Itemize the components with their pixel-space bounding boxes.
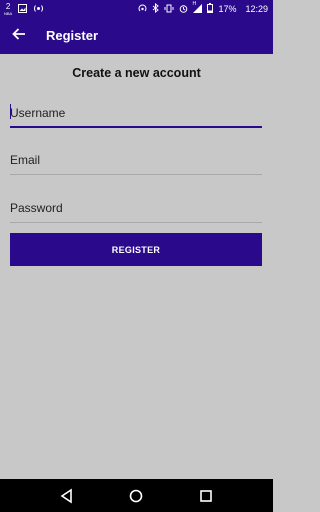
image-icon	[18, 3, 28, 15]
badge-label: NBA	[4, 10, 13, 16]
password-field[interactable]: Password	[10, 197, 262, 223]
email-underline	[10, 174, 262, 175]
nav-home-button[interactable]	[127, 487, 145, 505]
username-field[interactable]: Username	[10, 102, 262, 128]
arrow-left-icon	[12, 27, 26, 46]
password-underline	[10, 222, 262, 223]
status-time: 12:29	[245, 4, 268, 14]
password-placeholder: Password	[10, 201, 63, 215]
nav-recents-button[interactable]	[197, 487, 215, 505]
status-bar: 2 NBA H 17% 12:29	[0, 0, 273, 18]
home-circle-icon	[127, 489, 145, 509]
email-field[interactable]: Email	[10, 149, 262, 175]
status-bar-left: 2 NBA	[4, 0, 44, 18]
back-button[interactable]	[8, 25, 30, 47]
battery-percent: 17%	[218, 4, 237, 14]
navigation-bar	[0, 479, 273, 512]
back-triangle-icon	[58, 488, 76, 509]
wireless-icon	[33, 4, 44, 15]
badge-number: 2	[5, 1, 11, 11]
form-heading: Create a new account	[72, 66, 201, 80]
email-placeholder: Email	[10, 153, 41, 167]
username-underline	[10, 126, 262, 128]
network-type: H	[192, 0, 197, 7]
battery-icon	[207, 3, 214, 15]
username-placeholder: Username	[10, 106, 66, 120]
bluetooth-icon	[152, 2, 160, 15]
notification-badge-icon: 2 NBA	[4, 1, 13, 16]
register-button[interactable]: REGISTER	[10, 233, 262, 266]
page-title: Register	[46, 28, 99, 43]
alarm-icon	[179, 4, 188, 15]
hotspot-icon	[138, 4, 147, 15]
nav-back-button[interactable]	[58, 487, 76, 505]
status-bar-right: H 17% 12:29	[138, 0, 268, 18]
vibrate-icon	[164, 4, 174, 15]
app-bar: Register	[0, 18, 273, 54]
recents-square-icon	[197, 490, 215, 509]
signal-icon: H	[192, 0, 203, 15]
